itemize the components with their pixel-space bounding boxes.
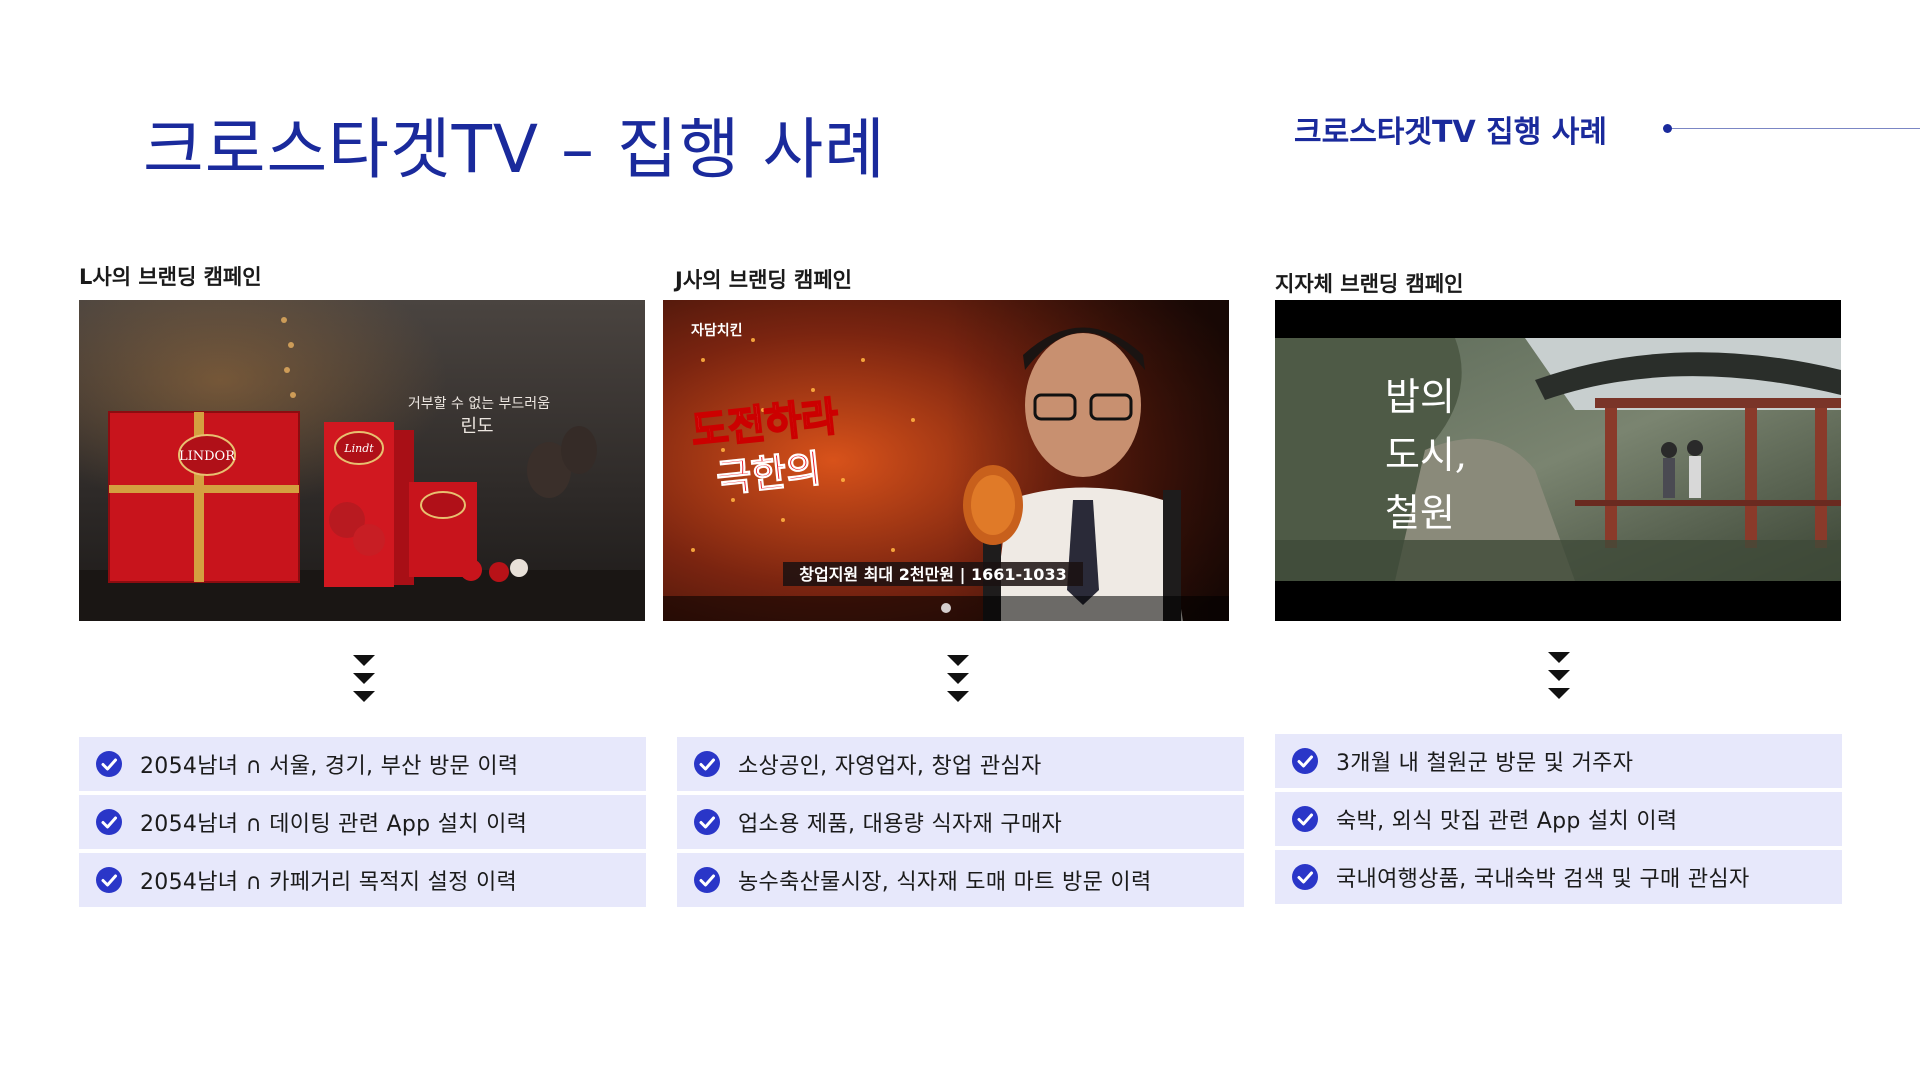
target-list-region: 3개월 내 철원군 방문 및 거주자 숙박, 외식 맛집 관련 App 설치 이… [1275, 734, 1842, 908]
list-item: 2054남녀 ∩ 서울, 경기, 부산 방문 이력 [79, 737, 646, 791]
check-circle-icon [96, 751, 122, 777]
jadam-banner: 창업지원 최대 2천만원 | 1661-1033 [799, 565, 1066, 585]
triple-down-arrow-icon [351, 655, 377, 709]
list-item-text: 2054남녀 ∩ 데이팅 관련 App 설치 이력 [140, 812, 528, 837]
list-item-text: 소상공인, 자영업자, 창업 관심자 [738, 754, 1042, 779]
check-circle-icon [96, 809, 122, 835]
lindt-copy-line2: 린도 [460, 416, 493, 437]
lindt-copy-line1: 거부할 수 없는 부드러움 [408, 396, 550, 412]
check-circle-icon [1292, 806, 1318, 832]
list-item-text: 3개월 내 철원군 방문 및 거주자 [1336, 751, 1634, 776]
check-circle-icon [694, 867, 720, 893]
list-item-text: 2054남녀 ∩ 카페거리 목적지 설정 이력 [140, 870, 518, 895]
check-circle-icon [1292, 748, 1318, 774]
campaign-image-jadam: 자담치킨 도전하라 극한의 창업지원 최대 2천만원 | 1661-1033 [663, 300, 1229, 621]
section-tag-line [1672, 128, 1920, 129]
target-list-l: 2054남녀 ∩ 서울, 경기, 부산 방문 이력 2054남녀 ∩ 데이팅 관… [79, 737, 646, 911]
list-item: 국내여행상품, 국내숙박 검색 및 구매 관심자 [1275, 850, 1842, 904]
check-circle-icon [694, 809, 720, 835]
list-item-text: 2054남녀 ∩ 서울, 경기, 부산 방문 이력 [140, 754, 519, 779]
campaign-label-region: 지자체 브랜딩 캠페인 [1275, 272, 1464, 296]
list-item: 숙박, 외식 맛집 관련 App 설치 이력 [1275, 792, 1842, 846]
list-item-text: 업소용 제품, 대용량 식자재 구매자 [738, 812, 1063, 837]
lindt-logo: Lindt [343, 442, 374, 455]
page-title: 크로스타겟TV – 집행 사례 [143, 111, 886, 188]
check-circle-icon [694, 751, 720, 777]
triple-down-arrow-icon [1546, 652, 1572, 706]
target-list-j: 소상공인, 자영업자, 창업 관심자 업소용 제품, 대용량 식자재 구매자 농… [677, 737, 1244, 911]
check-circle-icon [96, 867, 122, 893]
triple-down-arrow-icon [945, 655, 971, 709]
cheorwon-line2: 도시, [1385, 433, 1467, 477]
cheorwon-line3: 철원 [1385, 491, 1455, 535]
list-item: 소상공인, 자영업자, 창업 관심자 [677, 737, 1244, 791]
list-item: 3개월 내 철원군 방문 및 거주자 [1275, 734, 1842, 788]
list-item: 농수축산물시장, 식자재 도매 마트 방문 이력 [677, 853, 1244, 907]
list-item-text: 농수축산물시장, 식자재 도매 마트 방문 이력 [738, 870, 1152, 895]
campaign-label-j: J사의 브랜딩 캠페인 [675, 268, 852, 292]
list-item: 2054남녀 ∩ 데이팅 관련 App 설치 이력 [79, 795, 646, 849]
cheorwon-ad-scene: 밥의 도시, 철원 [1275, 300, 1841, 621]
list-item-text: 숙박, 외식 맛집 관련 App 설치 이력 [1336, 809, 1678, 834]
lindt-ad-scene: LINDOR Lindt 거부할 수 없는 부드러움 린도 [79, 300, 645, 621]
cheorwon-line1: 밥의 [1385, 375, 1455, 419]
section-tag: 크로스타겟TV 집행 사례 [1294, 115, 1607, 150]
list-item: 2054남녀 ∩ 카페거리 목적지 설정 이력 [79, 853, 646, 907]
list-item-text: 국내여행상품, 국내숙박 검색 및 구매 관심자 [1336, 867, 1750, 892]
jadam-logo: 자담치킨 [691, 322, 743, 339]
campaign-label-l: L사의 브랜딩 캠페인 [79, 265, 262, 289]
check-circle-icon [1292, 864, 1318, 890]
campaign-image-lindt: LINDOR Lindt 거부할 수 없는 부드러움 린도 [79, 300, 645, 621]
campaign-image-cheorwon: 밥의 도시, 철원 [1275, 300, 1841, 621]
section-tag-dot [1663, 124, 1672, 133]
jadam-ad-scene: 자담치킨 도전하라 극한의 창업지원 최대 2천만원 | 1661-1033 [663, 300, 1229, 621]
list-item: 업소용 제품, 대용량 식자재 구매자 [677, 795, 1244, 849]
lindt-box-brand: LINDOR [179, 449, 236, 464]
